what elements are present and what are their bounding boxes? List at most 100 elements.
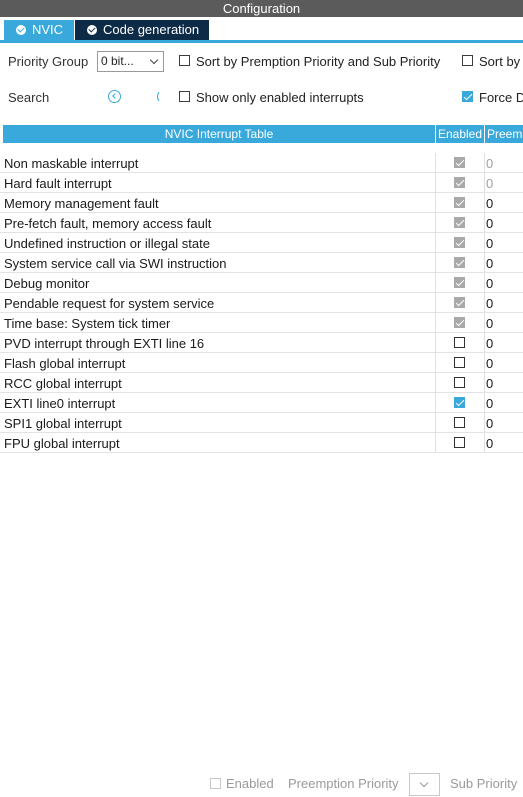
column-divider <box>435 273 436 293</box>
interrupt-name: RCC global interrupt <box>4 376 122 391</box>
column-divider <box>484 333 485 353</box>
preemption-priority-value[interactable]: 0 <box>486 296 493 311</box>
force-checkbox[interactable] <box>462 91 473 102</box>
table-row[interactable]: EXTI line0 interrupt 0 <box>0 393 523 413</box>
footer-priority-select[interactable] <box>409 773 440 796</box>
preemption-priority-value[interactable]: 0 <box>486 196 493 211</box>
tab-code-generation[interactable]: Code generation <box>75 20 209 40</box>
interrupt-name: Non maskable interrupt <box>4 156 139 171</box>
table-row[interactable]: Non maskable interrupt 0 <box>0 153 523 173</box>
table-row[interactable]: System service call via SWI instruction 0 <box>0 253 523 273</box>
sort-premption-checkbox[interactable] <box>179 55 190 66</box>
check-circle-icon <box>87 25 97 35</box>
enabled-checkbox[interactable] <box>454 437 465 448</box>
interrupt-name: PVD interrupt through EXTI line 16 <box>4 336 205 351</box>
priority-group-select[interactable]: 0 bit... <box>97 51 164 72</box>
preemption-priority-value[interactable]: 0 <box>486 336 493 351</box>
table-row[interactable]: RCC global interrupt 0 <box>0 373 523 393</box>
column-header-enabled[interactable]: Enabled <box>436 125 484 143</box>
column-header-preemption[interactable]: Preem <box>485 125 523 143</box>
priority-group-value: 0 bit... <box>101 54 134 68</box>
column-divider <box>484 373 485 393</box>
footer-bar: Enabled Preemption Priority Sub Priority <box>0 772 523 797</box>
table-row[interactable]: Pre-fetch fault, memory access fault 0 <box>0 213 523 233</box>
footer-preemption-label: Preemption Priority <box>288 776 399 791</box>
preemption-priority-value[interactable]: 0 <box>486 416 493 431</box>
column-divider <box>435 233 436 253</box>
enabled-checkbox[interactable] <box>454 377 465 388</box>
column-divider <box>435 213 436 233</box>
priority-group-label: Priority Group <box>8 54 89 69</box>
preemption-priority-value[interactable]: 0 <box>486 256 493 271</box>
preemption-priority-value[interactable]: 0 <box>486 176 493 191</box>
preemption-priority-value[interactable]: 0 <box>486 216 493 231</box>
chevron-down-icon <box>419 778 429 788</box>
column-header-interrupt-table[interactable]: NVIC Interrupt Table <box>3 125 435 143</box>
enabled-checkbox[interactable] <box>454 337 465 348</box>
footer-enabled-label: Enabled <box>226 776 274 791</box>
preemption-priority-value[interactable]: 0 <box>486 376 493 391</box>
enabled-checkbox <box>454 297 465 308</box>
column-divider <box>484 253 485 273</box>
enabled-checkbox[interactable] <box>454 357 465 368</box>
enabled-checkbox <box>454 237 465 248</box>
sort-by-label: Sort by <box>479 54 521 69</box>
column-divider <box>484 173 485 193</box>
column-divider <box>435 433 436 453</box>
column-divider <box>484 213 485 233</box>
column-divider <box>484 233 485 253</box>
search-previous-icon[interactable] <box>108 90 121 103</box>
search-next-icon[interactable] <box>157 90 169 103</box>
column-divider <box>484 273 485 293</box>
table-row[interactable]: FPU global interrupt 0 <box>0 433 523 453</box>
preemption-priority-value[interactable]: 0 <box>486 396 493 411</box>
enabled-checkbox <box>454 177 465 188</box>
preemption-priority-value[interactable]: 0 <box>486 436 493 451</box>
tab-bar: NVIC Code generation <box>0 17 523 43</box>
column-divider <box>435 293 436 313</box>
table-row[interactable]: SPI1 global interrupt 0 <box>0 413 523 433</box>
preemption-priority-value[interactable]: 0 <box>486 356 493 371</box>
interrupt-name: FPU global interrupt <box>4 436 120 451</box>
preemption-priority-value[interactable]: 0 <box>486 276 493 291</box>
sort-by-checkbox[interactable] <box>462 55 473 66</box>
preemption-priority-value[interactable]: 0 <box>486 156 493 171</box>
sort-premption-label: Sort by Premption Priority and Sub Prior… <box>196 54 441 69</box>
show-only-enabled-checkbox[interactable] <box>179 91 190 102</box>
column-divider <box>484 433 485 453</box>
search-label: Search <box>8 90 50 105</box>
table-row[interactable]: Pendable request for system service 0 <box>0 293 523 313</box>
column-divider <box>435 253 436 273</box>
interrupt-name: EXTI line0 interrupt <box>4 396 116 411</box>
table-row[interactable]: Undefined instruction or illegal state 0 <box>0 233 523 253</box>
column-divider <box>435 353 436 373</box>
table-row[interactable]: Time base: System tick timer 0 <box>0 313 523 333</box>
column-divider <box>484 393 485 413</box>
footer-sub-priority-label: Sub Priority <box>450 776 518 791</box>
tab-nvic[interactable]: NVIC <box>4 20 74 40</box>
table-row[interactable]: Debug monitor 0 <box>0 273 523 293</box>
column-divider <box>435 413 436 433</box>
preemption-priority-value[interactable]: 0 <box>486 316 493 331</box>
force-label: Force D <box>479 90 523 105</box>
table-row[interactable]: Flash global interrupt 0 <box>0 353 523 373</box>
enabled-checkbox[interactable] <box>454 397 465 408</box>
interrupt-name: SPI1 global interrupt <box>4 416 122 431</box>
enabled-checkbox <box>454 197 465 208</box>
enabled-checkbox <box>454 277 465 288</box>
table-row[interactable]: Memory management fault 0 <box>0 193 523 213</box>
table-row[interactable]: PVD interrupt through EXTI line 16 0 <box>0 333 523 353</box>
enabled-checkbox[interactable] <box>454 417 465 428</box>
column-divider <box>484 193 485 213</box>
column-divider <box>435 333 436 353</box>
tab-strip-divider <box>0 40 523 43</box>
interrupt-name: Flash global interrupt <box>4 356 126 371</box>
footer-enabled-checkbox[interactable] <box>210 778 221 789</box>
table-row[interactable]: Hard fault interrupt 0 <box>0 173 523 193</box>
enabled-checkbox <box>454 157 465 168</box>
interrupt-name: Debug monitor <box>4 276 90 291</box>
interrupt-name: Pre-fetch fault, memory access fault <box>4 216 212 231</box>
interrupt-name: System service call via SWI instruction <box>4 256 227 271</box>
interrupt-table-body: Non maskable interrupt 0 Hard fault interr… <box>0 153 523 453</box>
preemption-priority-value[interactable]: 0 <box>486 236 493 251</box>
